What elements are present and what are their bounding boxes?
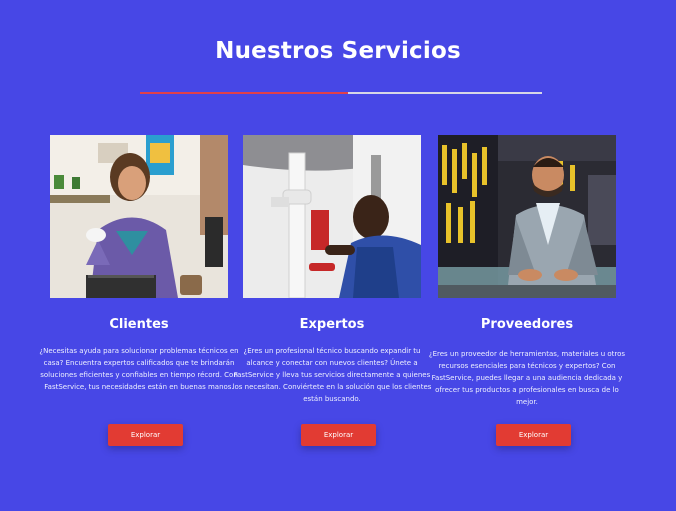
section-title: Nuestros Servicios [215, 38, 461, 64]
title-divider [140, 92, 542, 94]
proveedores-photo [438, 135, 616, 298]
card-description-clientes: ¿Necesitas ayuda para solucionar problem… [39, 347, 239, 391]
expertos-photo [243, 135, 421, 298]
explorar-button-expertos[interactable]: Explorar [301, 424, 376, 446]
service-card-expertos: Expertos ¿Eres un profesional técnico bu… [233, 135, 431, 446]
explorar-button-proveedores[interactable]: Explorar [496, 424, 571, 446]
divider-accent [140, 92, 348, 94]
card-description-expertos: ¿Eres un profesional técnico buscando ex… [232, 347, 432, 403]
service-card-proveedores: Proveedores ¿Eres un proveedor de herram… [429, 135, 625, 446]
divider-rest [348, 92, 542, 94]
explorar-button-clientes[interactable]: Explorar [108, 424, 183, 446]
card-description-proveedores: ¿Eres un proveedor de herramientas, mate… [428, 350, 626, 406]
service-card-clientes: Clientes ¿Necesitas ayuda para soluciona… [39, 135, 239, 446]
card-title-proveedores: Proveedores [480, 317, 574, 332]
clientes-photo [50, 135, 228, 298]
